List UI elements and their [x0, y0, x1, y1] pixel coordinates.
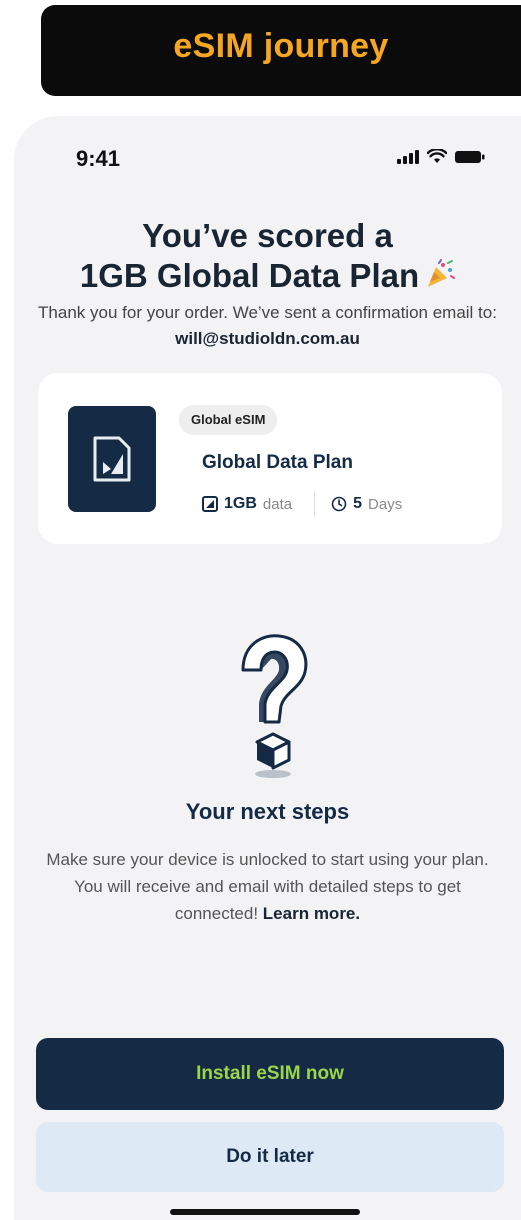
plan-tag: Global eSIM — [179, 405, 278, 435]
status-time: 9:41 — [76, 146, 121, 171]
page: eSIM journey 9:41 You’ve scored a 1GB Gl… — [0, 0, 521, 1220]
status-icons — [397, 149, 485, 164]
data-icon — [202, 496, 218, 512]
duration: 5 Days — [331, 495, 402, 513]
battery-icon — [455, 150, 485, 163]
do-it-later-button[interactable]: Do it later — [36, 1122, 504, 1192]
heading-line-2-wrap: 1GB Global Data Plan — [14, 256, 521, 298]
heading-line-2: 1GB Global Data Plan — [79, 257, 420, 294]
home-indicator — [170, 1209, 360, 1215]
timer-icon — [331, 496, 347, 512]
next-steps-title: Your next steps — [185, 799, 350, 824]
heading-line-1: You’ve scored a — [142, 217, 393, 254]
status-bar: 9:41 — [14, 116, 521, 206]
sim-card-icon — [68, 406, 156, 512]
plan-card: Global eSIM Global Data Plan 1GB data 5 … — [38, 373, 502, 544]
install-esim-label: Install eSIM now — [196, 1063, 344, 1084]
meta-divider — [314, 491, 316, 517]
duration-unit: Days — [368, 495, 403, 513]
learn-more-link[interactable]: Learn more. — [263, 904, 360, 923]
plan-meta: 1GB data 5 Days — [202, 491, 402, 517]
next-steps-body: Make sure your device is unlocked to sta… — [34, 846, 501, 927]
data-unit: data — [262, 495, 293, 513]
confirmation-heading: You’ve scored a 1GB Global Data Plan — [14, 216, 521, 298]
party-popper-icon — [425, 258, 456, 298]
install-esim-button[interactable]: Install eSIM now — [36, 1038, 504, 1110]
signal-icon — [397, 149, 419, 164]
phone-screen: 9:41 You’ve scored a 1GB Global Data Pla… — [14, 116, 521, 1220]
confirmation-email: will@studioldn.com.au — [175, 329, 360, 348]
duration-amount: 5 — [353, 495, 363, 512]
question-mark-icon — [229, 630, 313, 780]
journey-banner: eSIM journey — [41, 5, 521, 96]
plan-name: Global Data Plan — [202, 452, 353, 473]
confirmation-text: Thank you for your order. We’ve sent a c… — [38, 303, 497, 322]
data-allowance: 1GB data — [202, 495, 292, 513]
banner-title: eSIM journey — [173, 27, 389, 65]
data-amount: 1GB — [224, 495, 257, 512]
wifi-icon — [427, 149, 447, 163]
confirmation-message: Thank you for your order. We’ve sent a c… — [32, 300, 503, 352]
do-it-later-label: Do it later — [226, 1146, 314, 1167]
